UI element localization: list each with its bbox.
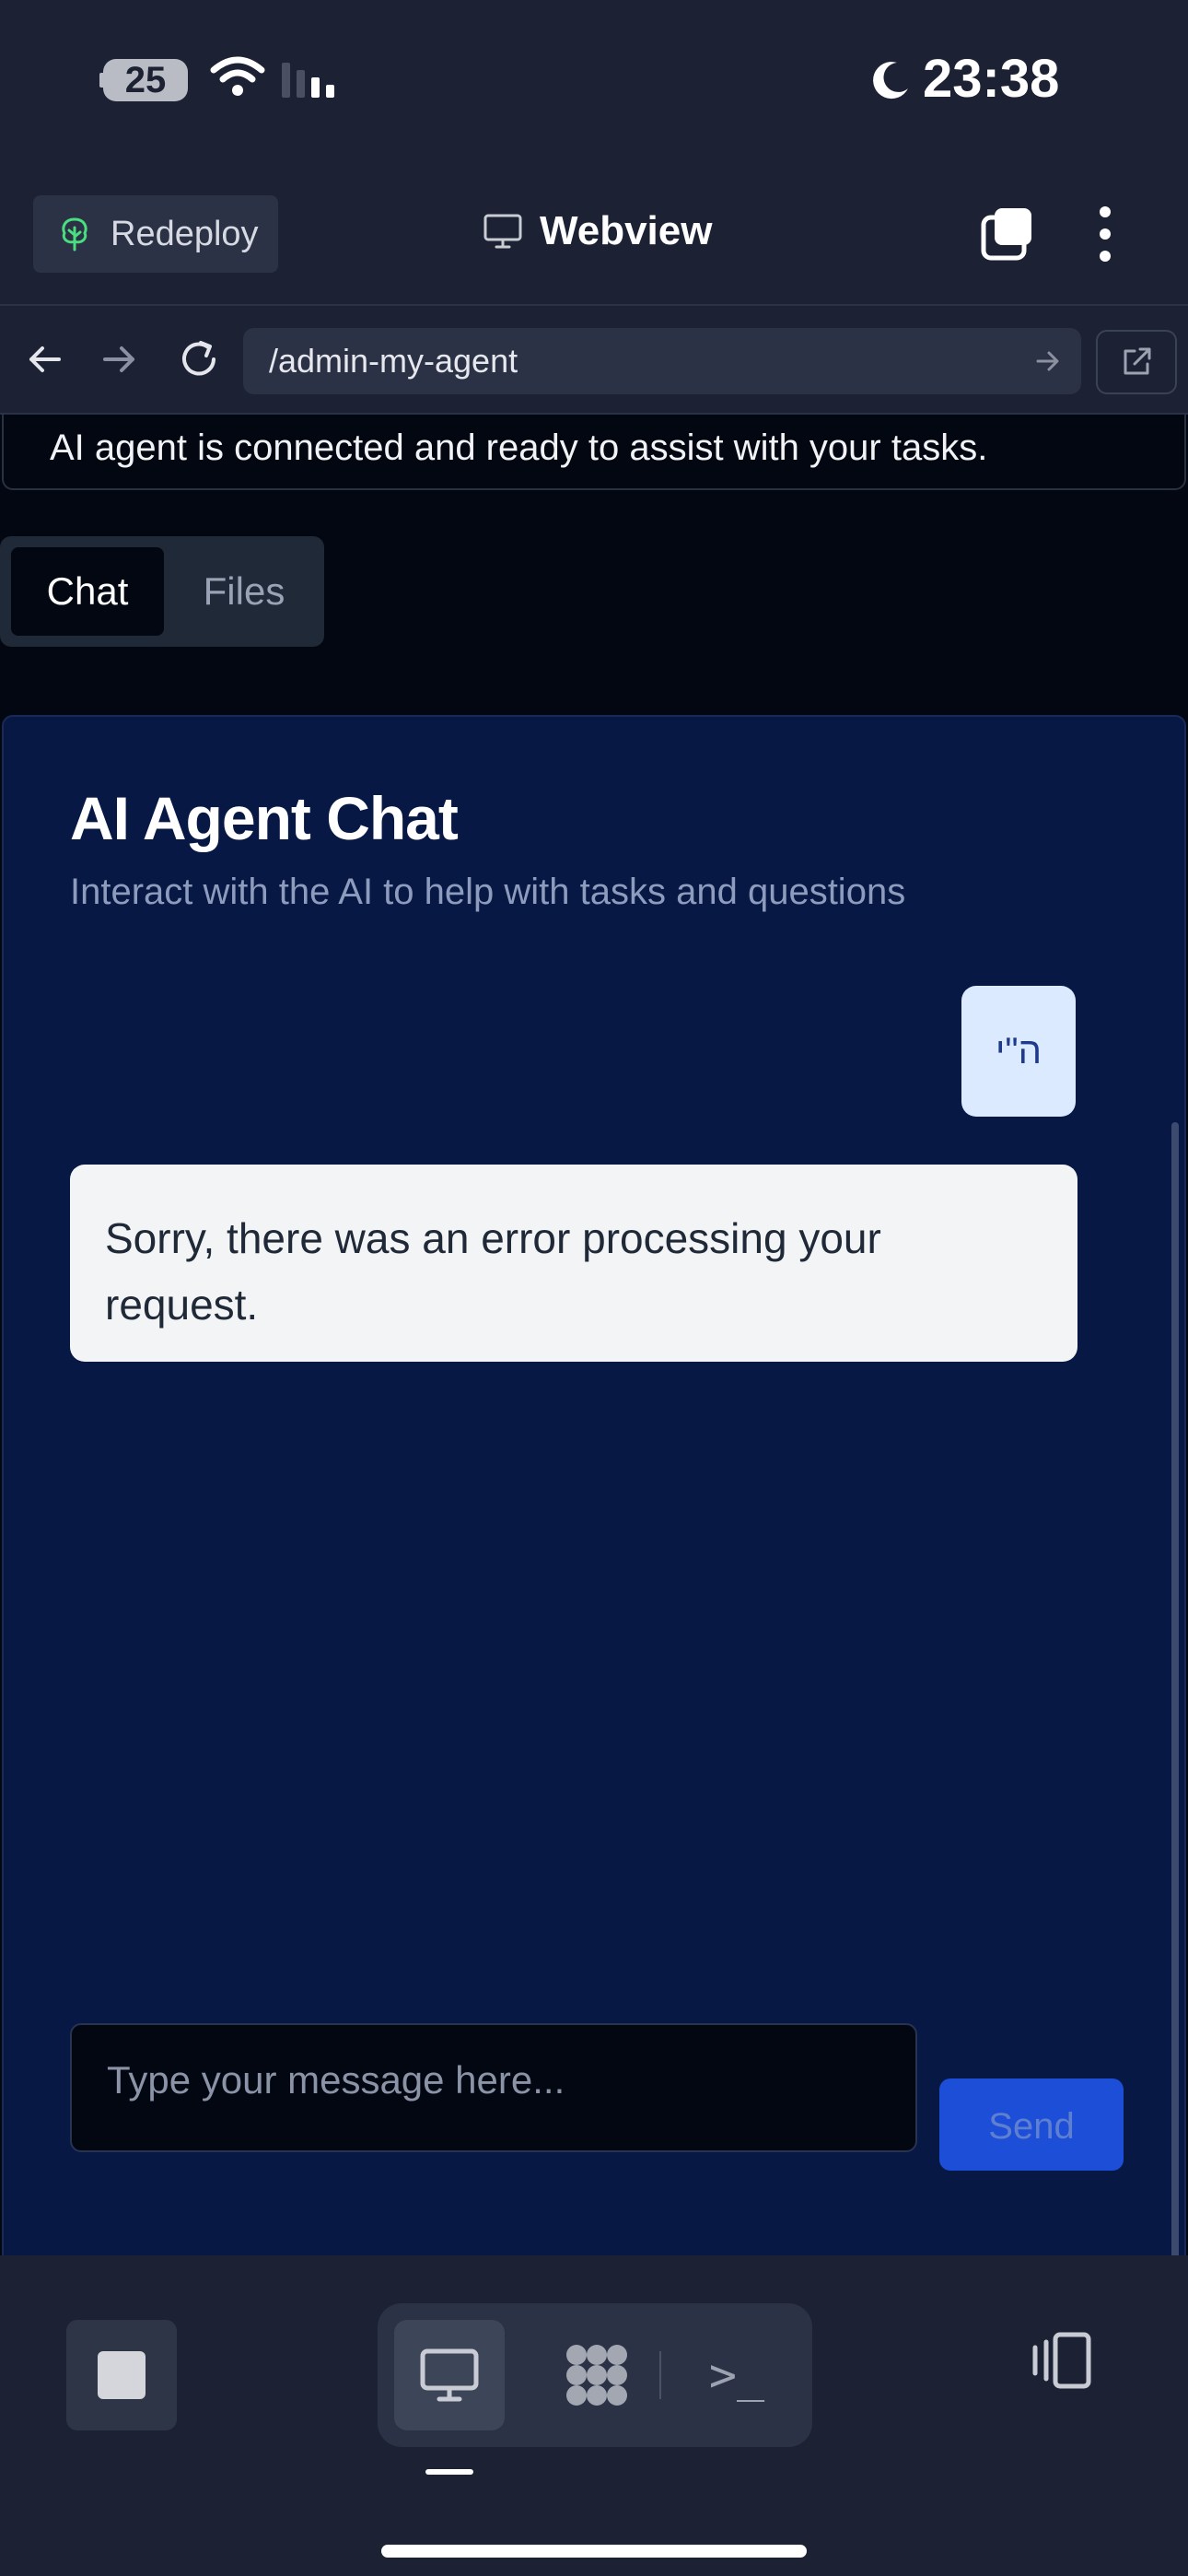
bottom-toolbar: >_ — [0, 2261, 1188, 2576]
monitor-icon — [420, 2348, 479, 2402]
status-time: 23:38 — [923, 49, 1060, 109]
apps-cluster-icon — [566, 2345, 627, 2406]
wifi-icon — [210, 56, 265, 96]
app-header: Redeploy Webview — [0, 166, 1188, 306]
webview-content: AI agent is connected and ready to assis… — [0, 415, 1188, 2255]
message-input[interactable]: Type your message here... — [70, 2023, 917, 2152]
status-bar: 25 23:38 — [0, 0, 1188, 166]
stop-button[interactable] — [66, 2320, 177, 2430]
webview-title: Webview — [483, 208, 712, 254]
tree-icon — [62, 217, 87, 252]
chat-subtitle: Interact with the AI to help with tasks … — [70, 872, 906, 912]
terminal-view-button[interactable]: >_ — [681, 2320, 792, 2430]
chat-panel: AI Agent Chat Interact with the AI to he… — [2, 715, 1186, 2255]
back-arrow-icon[interactable] — [26, 341, 63, 378]
reload-icon[interactable] — [177, 337, 221, 381]
send-button[interactable]: Send — [939, 2078, 1124, 2171]
cellular-signal-icon — [282, 63, 334, 98]
chat-title: AI Agent Chat — [70, 784, 459, 852]
device-layout-icon[interactable] — [1028, 2331, 1094, 2390]
do-not-disturb-moon-icon — [873, 62, 908, 100]
scrollbar[interactable] — [1171, 1122, 1179, 2255]
user-message: ה"י — [961, 986, 1076, 1117]
apps-view-button[interactable] — [542, 2320, 652, 2430]
view-mode-group: >_ — [378, 2303, 812, 2447]
active-mode-indicator — [425, 2469, 473, 2475]
stop-icon — [98, 2351, 146, 2399]
connection-status-card: AI agent is connected and ready to assis… — [2, 415, 1186, 490]
battery-indicator: 25 — [103, 59, 188, 101]
mode-divider — [659, 2351, 661, 2399]
url-bar[interactable]: /admin-my-agent — [243, 328, 1081, 394]
browser-toolbar: /admin-my-agent — [0, 306, 1188, 415]
redeploy-label: Redeploy — [111, 214, 259, 253]
assistant-message: Sorry, there was an error processing you… — [70, 1165, 1077, 1362]
connection-status-text: AI agent is connected and ready to assis… — [50, 427, 988, 468]
go-arrow-icon[interactable] — [1035, 348, 1061, 374]
url-text: /admin-my-agent — [269, 342, 518, 380]
tab-chat[interactable]: Chat — [11, 547, 164, 636]
more-options-icon[interactable] — [1094, 206, 1116, 262]
home-indicator[interactable] — [381, 2545, 807, 2558]
tabs-switcher-icon[interactable] — [980, 206, 1035, 262]
external-link-icon — [1124, 347, 1151, 375]
desktop-view-button[interactable] — [394, 2320, 505, 2430]
page-title: Webview — [540, 208, 713, 253]
open-external-button[interactable] — [1096, 330, 1177, 394]
forward-arrow-icon[interactable] — [101, 341, 138, 378]
tab-switcher: Chat Files — [0, 536, 324, 647]
tab-files[interactable]: Files — [175, 547, 313, 636]
monitor-icon — [483, 214, 522, 249]
redeploy-button[interactable]: Redeploy — [33, 195, 278, 273]
